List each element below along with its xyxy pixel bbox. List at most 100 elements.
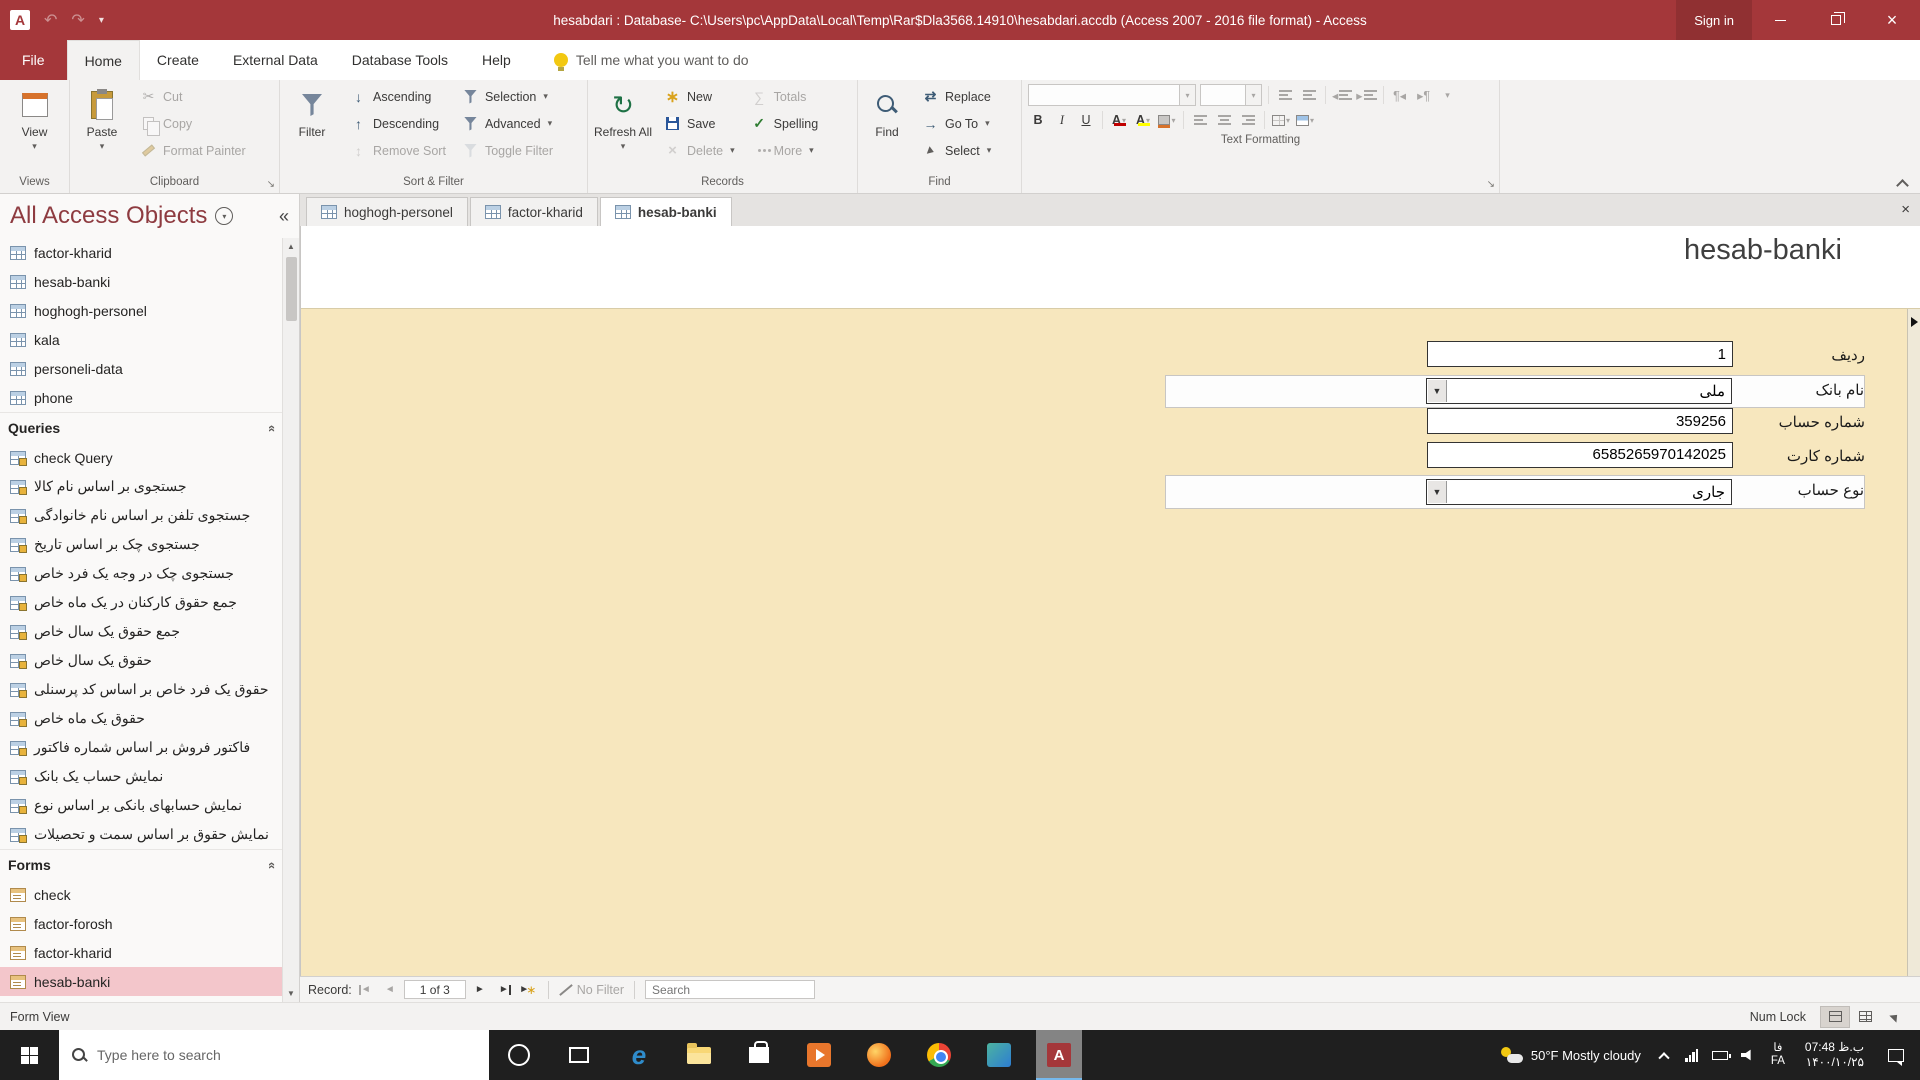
field-input[interactable] [1427,479,1731,504]
nav-item-query[interactable]: نمایش حقوق بر اساس سمت و تحصیلات [0,820,282,849]
taskbar-search-box[interactable] [59,1030,489,1080]
ribbon-tab[interactable]: Create [140,40,216,80]
action-center-button[interactable] [1876,1048,1916,1066]
advanced-button[interactable]: Advanced ▾ [455,110,560,137]
underline-button[interactable]: U [1076,110,1096,130]
align-left-button[interactable] [1190,110,1210,130]
network-button[interactable] [1679,1030,1705,1080]
pinned-app-button[interactable] [976,1030,1022,1080]
first-record-button[interactable]: ◄ [356,980,376,1000]
tell-me-button[interactable]: Tell me what you want to do [553,40,749,80]
access-app-icon[interactable] [10,10,30,30]
refresh-all-button[interactable]: ↻ Refresh All ▾ [591,83,655,169]
paste-button[interactable]: Paste ▾ [73,83,131,169]
video-app-button[interactable] [796,1030,842,1080]
select-button[interactable]: Select ▾ [915,137,998,164]
nav-item-query[interactable]: نمایش حسابهای بانکی بر اساس نوع [0,791,282,820]
save-record-button[interactable]: Save [657,110,742,137]
background-color-button[interactable]: ▾ [1157,110,1177,130]
combo-dropdown-icon[interactable]: ▼ [1428,480,1447,503]
store-button[interactable] [736,1030,782,1080]
nav-item-form[interactable]: hesab-banki [0,967,282,996]
sign-in-button[interactable]: Sign in [1676,0,1752,40]
alternate-row-color-button[interactable]: ▾ [1295,110,1315,130]
restore-button[interactable] [1808,0,1864,40]
field-input[interactable] [1427,379,1731,404]
scroll-up-icon[interactable]: ▲ [283,238,299,255]
bold-button[interactable]: B [1028,110,1048,130]
align-right-button[interactable] [1238,110,1258,130]
nav-item-form[interactable]: factor-forosh [0,909,282,938]
nav-pane-title[interactable]: All Access Objects [10,202,207,230]
ascending-button[interactable]: ↓ Ascending [343,83,453,110]
record-search-input[interactable] [645,980,816,999]
start-button[interactable] [0,1030,59,1080]
filter-status[interactable]: No Filter [559,983,624,997]
design-view-button[interactable] [1880,1006,1910,1028]
undo-icon[interactable]: ↶ [44,10,57,30]
nav-item-table[interactable]: kala [0,325,282,354]
weather-widget[interactable]: 50°F Mostly cloudy [1491,1030,1651,1080]
file-explorer-button[interactable] [676,1030,722,1080]
taskbar-clock[interactable]: 07:48 ب.ظ ۱۴۰۰/۱۰/۲۵ [1795,1040,1874,1070]
chrome-button[interactable] [916,1030,962,1080]
customize-qat-icon[interactable]: ▾ [99,15,104,26]
nav-item-table[interactable]: phone [0,383,282,412]
new-record-button[interactable]: ∗ New [657,83,742,110]
shutter-bar-close-icon[interactable]: « [279,206,289,227]
nav-pane-menu-icon[interactable]: ▾ [215,207,234,225]
highlight-color-button[interactable]: A ▾ [1133,110,1153,130]
spelling-button[interactable]: ✓ Spelling [744,110,825,137]
battery-button[interactable] [1707,1030,1733,1080]
nav-item-query[interactable]: جمع حقوق یک سال خاص [0,617,282,646]
ribbon-tab[interactable]: Home [66,40,140,80]
font-size-combobox[interactable]: ▾ [1200,84,1262,106]
nav-item-table[interactable]: hoghogh-personel [0,296,282,325]
nav-item-query[interactable]: جستجوی چک بر اساس تاریخ [0,530,282,559]
increase-indent-button[interactable]: ▸ [1356,85,1377,105]
scroll-down-icon[interactable]: ▼ [283,985,299,1002]
nav-item-table[interactable]: factor-kharid [0,238,282,267]
go-to-button[interactable]: → Go To ▾ [915,110,998,137]
taskbar-search-input[interactable] [97,1047,477,1063]
nav-pane-scrollbar[interactable]: ▲ ▼ [282,238,299,1002]
language-switcher[interactable]: فا FA [1763,1042,1793,1068]
nav-item-query[interactable]: check Query [0,443,282,472]
cut-button[interactable]: ✂ Cut [133,83,253,110]
delete-record-button[interactable]: × Delete ▾ [657,137,742,164]
record-position[interactable]: 1 of 3 [403,980,466,999]
record-selector-bar[interactable] [1907,309,1920,976]
datasheet-view-button[interactable] [1850,1006,1880,1028]
nav-item-query[interactable]: حقوق یک سال خاص [0,646,282,675]
descending-button[interactable]: ↑ Descending [343,110,453,137]
close-button[interactable]: × [1864,0,1920,40]
ribbon-tab[interactable]: File [0,40,67,80]
bullets-button[interactable] [1275,85,1295,105]
selection-button[interactable]: Selection ▾ [455,83,560,110]
nav-item-query[interactable]: نمایش حساب یک بانک [0,762,282,791]
toggle-filter-button[interactable]: Toggle Filter [455,137,560,164]
nav-item-query[interactable]: جستجوی تلفن بر اساس نام خانوادگی [0,501,282,530]
ribbon-tab[interactable]: External Data [216,40,335,80]
form-view-button[interactable] [1820,1005,1850,1028]
nav-item-query[interactable]: حقوق یک فرد خاص بر اساس کد پرسنلی [0,675,282,704]
document-tab[interactable]: hoghogh-personel [306,197,468,226]
nav-item-table[interactable]: personeli-data [0,354,282,383]
totals-button[interactable]: ∑ Totals [744,83,825,110]
align-center-button[interactable] [1214,110,1234,130]
nav-item-form[interactable]: factor-kharid [0,938,282,967]
task-view-button[interactable] [556,1030,602,1080]
nav-item-query[interactable]: حقوق یک ماه خاص [0,704,282,733]
find-button[interactable]: Find [861,83,913,169]
last-record-button[interactable]: ► [494,980,514,1000]
rtl-direction-button[interactable]: ¶◂ [1390,85,1410,105]
remove-sort-button[interactable]: ↕ Remove Sort [343,137,453,164]
decrease-indent-button[interactable]: ◂ [1332,85,1353,105]
format-painter-button[interactable]: Format Painter [133,137,253,164]
new-blank-record-button[interactable]: ► ∗ [518,980,538,1000]
field-input[interactable] [1428,442,1732,467]
field-input[interactable] [1428,409,1732,433]
copy-button[interactable]: Copy [133,110,253,137]
text-formatting-dialog-launcher-icon[interactable]: ↘ [1487,179,1495,190]
nav-item-query[interactable]: جستجوی چک در وجه یک فرد خاص [0,559,282,588]
